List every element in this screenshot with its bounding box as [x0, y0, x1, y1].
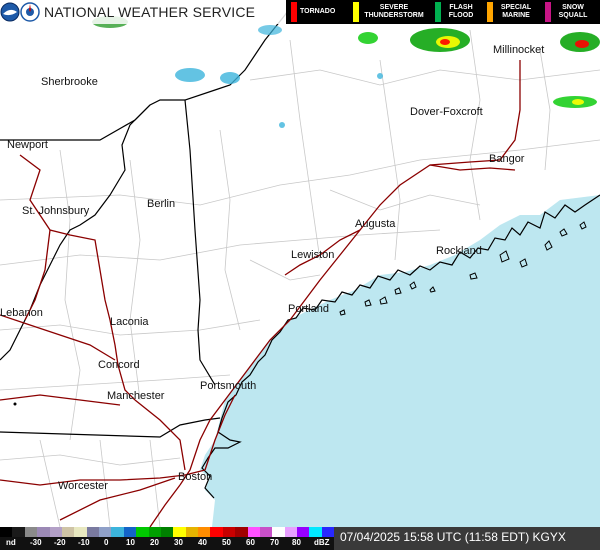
- scale-label: 30: [174, 538, 183, 547]
- legend-swatch: [291, 2, 297, 22]
- scale-label: 10: [126, 538, 135, 547]
- city-sherbrooke: Sherbrooke: [41, 76, 98, 88]
- scale-label: 60: [246, 538, 255, 547]
- city-portland: Portland: [288, 303, 329, 315]
- nws-header: NATIONAL WEATHER SERVICE: [0, 0, 290, 24]
- scale-color-step: [222, 527, 236, 537]
- scale-color-step: [321, 527, 335, 537]
- scale-color-step: [24, 527, 38, 537]
- city-millinocket: Millinocket: [493, 44, 545, 56]
- dbz-color-scale: [0, 527, 335, 537]
- city-manchester: Manchester: [107, 390, 165, 402]
- scale-label: 0: [104, 538, 109, 547]
- city-dover-foxcroft: Dover-Foxcroft: [410, 106, 483, 118]
- scale-label: -20: [54, 538, 66, 547]
- scale-color-step: [210, 527, 223, 537]
- city-berlin: Berlin: [147, 198, 176, 210]
- scale-label: 20: [150, 538, 159, 547]
- scale-color-step: [309, 527, 322, 537]
- scale-color-step: [247, 527, 260, 537]
- scale-color-step: [12, 527, 25, 537]
- legend-flash-flood: FLASH FLOOD: [430, 0, 482, 24]
- scale-color-step: [111, 527, 124, 537]
- dbz-scale-labels: nd -30 -20 -10 0 10 20 30 40 50 60 70 80 dBZ: [0, 537, 334, 550]
- me-nh-border: [184, 0, 296, 386]
- canada-border: [0, 104, 151, 141]
- scale-color-step: [148, 527, 161, 537]
- legend-swatch: [435, 2, 441, 22]
- header-title: NATIONAL WEATHER SERVICE: [44, 4, 256, 20]
- scale-color-step: [284, 527, 297, 537]
- scale-color-step: [259, 527, 273, 537]
- city-augusta: Augusta: [355, 218, 396, 230]
- scale-color-step: [272, 527, 285, 537]
- scale-color-step: [0, 527, 13, 537]
- scale-color-step: [99, 527, 112, 537]
- legend-swatch: [353, 2, 359, 22]
- footer-bar: nd -30 -20 -10 0 10 20 30 40 50 60 70 80 dBZ 07/04/20…: [0, 527, 600, 550]
- scale-color-step: [198, 527, 211, 537]
- scale-label: -30: [30, 538, 42, 547]
- city-st-johnsbury: St. Johnsbury: [22, 205, 90, 217]
- scale-label: 40: [198, 538, 207, 547]
- scale-color-step: [61, 527, 75, 537]
- scale-color-step: [37, 527, 50, 537]
- city-lewiston: Lewiston: [291, 249, 335, 261]
- scale-color-step: [235, 527, 248, 537]
- city-worcester: Worcester: [58, 480, 108, 492]
- legend-tornado: TORNADO: [286, 0, 348, 24]
- scale-color-step: [160, 527, 174, 537]
- scale-color-step: [49, 527, 62, 537]
- warning-legend: TORNADO SEVERE THUNDERSTORM FLASH FLOOD …: [286, 0, 600, 24]
- legend-snow-squall: SNOW SQUALL: [540, 0, 596, 24]
- city-bangor: Bangor: [489, 153, 525, 165]
- scale-color-step: [123, 527, 137, 537]
- scale-color-step: [74, 527, 87, 537]
- city-lebanon: Lebanon: [0, 307, 43, 319]
- scale-label: dBZ: [314, 538, 330, 547]
- city-portsmouth: Portsmouth: [200, 380, 257, 392]
- city-concord: Concord: [98, 359, 140, 371]
- ma-border: [0, 417, 221, 438]
- noaa-nws-logo-icon: [0, 2, 40, 22]
- scale-color-step: [173, 527, 186, 537]
- legend-severe-thunderstorm: SEVERE THUNDERSTORM: [348, 0, 430, 24]
- radar-map[interactable]: Sherbrooke Millinocket Dover-Foxcroft Ba…: [0, 0, 600, 550]
- scale-label: 50: [222, 538, 231, 547]
- radar-echoes: [92, 16, 600, 128]
- legend-swatch: [487, 2, 493, 22]
- scale-color-step: [185, 527, 198, 537]
- scale-color-step: [86, 527, 99, 537]
- scale-label: 70: [270, 538, 279, 547]
- scale-label: -10: [78, 538, 90, 547]
- scale-label: 80: [292, 538, 301, 547]
- city-newport: Newport: [7, 139, 48, 151]
- legend-swatch: [545, 2, 551, 22]
- city-laconia: Laconia: [110, 316, 149, 328]
- legend-special-marine: SPECIAL MARINE: [482, 0, 540, 24]
- ocean: [200, 195, 600, 527]
- timestamp: 07/04/2025 15:58 UTC (11:58 EDT) KGYX: [340, 530, 566, 544]
- city-rockland: Rockland: [436, 245, 482, 257]
- city-boston: Boston: [178, 471, 213, 483]
- scale-label: nd: [6, 538, 16, 547]
- scale-color-step: [297, 527, 310, 537]
- scale-color-step: [136, 527, 149, 537]
